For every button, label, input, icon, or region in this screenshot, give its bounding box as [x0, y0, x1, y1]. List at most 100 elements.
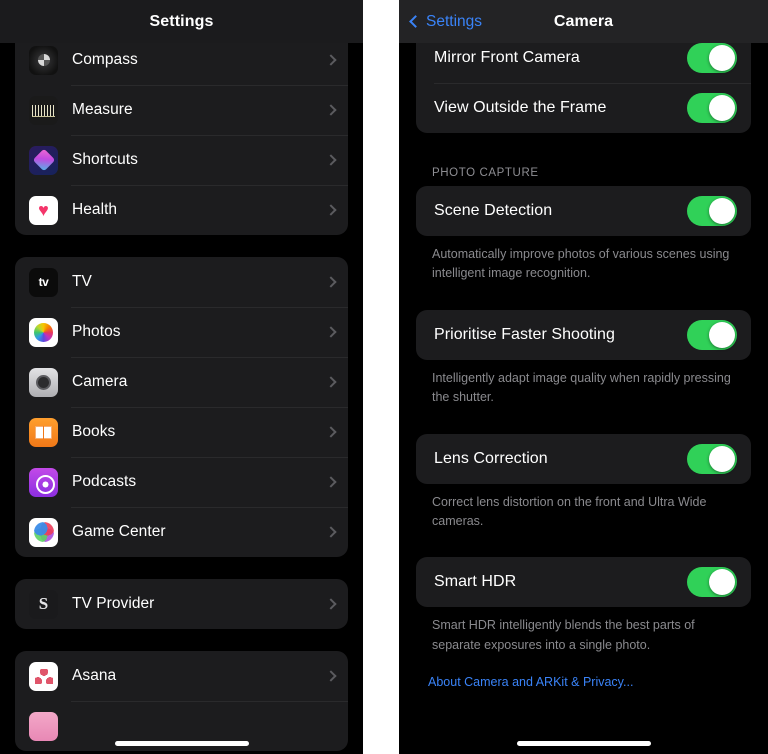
toggle-knob	[709, 95, 735, 121]
footnote-lens-correction: Correct lens distortion on the front and…	[432, 494, 707, 528]
row-label: Measure	[72, 101, 133, 118]
chevron-right-icon	[325, 276, 337, 288]
toggle-view-outside-the-frame[interactable]	[687, 93, 737, 123]
toggle-knob	[709, 321, 735, 348]
row-label: Asana	[72, 667, 117, 684]
row-label: Photos	[72, 323, 121, 340]
camera-group-top: Mirror Front Camera View Outside the Fra…	[416, 43, 751, 133]
setting-row-view-outside-the-frame[interactable]: View Outside the Frame	[416, 83, 751, 133]
toggle-knob	[709, 445, 735, 472]
toggle-knob	[709, 569, 735, 596]
chevron-left-icon	[409, 15, 422, 28]
books-icon	[29, 417, 58, 447]
chevron-right-icon	[325, 154, 337, 166]
setting-row-prioritise-faster-shooting[interactable]: Prioritise Faster Shooting	[416, 310, 751, 360]
sidebar-item-podcasts[interactable]: Podcasts	[15, 457, 348, 507]
page-title: Camera	[553, 12, 614, 30]
row-label: Camera	[72, 373, 128, 390]
settings-navbar: Settings	[0, 0, 363, 43]
back-button-label: Settings	[426, 12, 483, 30]
setting-label: Smart HDR	[434, 573, 517, 591]
settings-group-third-party: Asana	[15, 651, 348, 751]
tv-provider-icon	[29, 589, 58, 619]
app-icon	[29, 711, 58, 741]
chevron-right-icon	[325, 204, 337, 216]
chevron-right-icon	[325, 104, 337, 116]
row-label: Podcasts	[72, 473, 137, 490]
camera-group-lens-correction: Lens Correction	[416, 433, 751, 484]
home-indicator	[114, 741, 249, 746]
row-label: Shortcuts	[72, 151, 138, 168]
sidebar-item-tv-provider[interactable]: TV Provider	[15, 579, 348, 629]
back-button[interactable]: Settings	[409, 0, 483, 43]
toggle-lens-correction[interactable]	[687, 443, 737, 474]
toggle-knob	[709, 45, 735, 71]
row-label: TV Provider	[72, 595, 155, 612]
home-indicator	[516, 741, 651, 746]
settings-scroll-area[interactable]: Compass Measure Shortcuts Health	[0, 43, 363, 754]
footnote-scene-detection: Automatically improve photos of various …	[432, 247, 730, 281]
settings-group-utilities: Compass Measure Shortcuts Health	[15, 43, 348, 235]
settings-group-tv-provider: TV Provider	[15, 579, 348, 629]
camera-scroll-area[interactable]: Mirror Front Camera View Outside the Fra…	[399, 43, 768, 754]
toggle-scene-detection[interactable]	[687, 196, 737, 226]
sidebar-item-compass[interactable]: Compass	[15, 43, 348, 85]
sidebar-item-shortcuts[interactable]: Shortcuts	[15, 135, 348, 185]
game-center-icon	[29, 517, 58, 547]
setting-row-scene-detection[interactable]: Scene Detection	[416, 186, 751, 236]
chevron-right-icon	[325, 326, 337, 338]
sidebar-item-asana[interactable]: Asana	[15, 651, 348, 701]
setting-row-smart-hdr[interactable]: Smart HDR	[416, 557, 751, 607]
sidebar-item-game-center[interactable]: Game Center	[15, 507, 348, 557]
setting-row-lens-correction[interactable]: Lens Correction	[416, 434, 751, 484]
setting-label: Lens Correction	[434, 449, 548, 467]
row-label: Game Center	[72, 523, 166, 540]
sidebar-item-camera[interactable]: Camera	[15, 357, 348, 407]
sidebar-item-measure[interactable]: Measure	[15, 85, 348, 135]
camera-group-smart-hdr: Smart HDR	[416, 557, 751, 608]
sidebar-item-health[interactable]: Health	[15, 185, 348, 235]
apple-tv-icon	[29, 267, 58, 297]
chevron-right-icon	[325, 476, 337, 488]
asana-icon	[29, 661, 58, 691]
compass-icon	[29, 45, 58, 75]
toggle-smart-hdr[interactable]	[687, 567, 737, 598]
page-title: Settings	[149, 12, 214, 30]
setting-label: Mirror Front Camera	[434, 49, 580, 66]
setting-label: View Outside the Frame	[434, 99, 607, 116]
row-label: TV	[72, 273, 92, 290]
toggle-mirror-front-camera[interactable]	[687, 43, 737, 73]
setting-row-mirror-front-camera[interactable]: Mirror Front Camera	[416, 43, 751, 83]
footnote-prioritise-faster-shooting: Intelligently adapt image quality when r…	[432, 370, 731, 405]
chevron-right-icon	[325, 376, 337, 388]
section-header-photo-capture: PHOTO CAPTURE	[432, 167, 539, 179]
privacy-link[interactable]: About Camera and ARKit & Privacy...	[399, 675, 768, 689]
setting-label: Prioritise Faster Shooting	[434, 325, 615, 343]
panel-divider	[363, 0, 399, 754]
chevron-right-icon	[325, 54, 337, 66]
toggle-prioritise-faster-shooting[interactable]	[687, 319, 737, 350]
dual-phone-screenshot: Settings Compass Measure Shortcuts ♥ Hea…	[0, 0, 768, 754]
sidebar-item-books[interactable]: Books	[15, 407, 348, 457]
camera-navbar: Settings Camera	[399, 0, 768, 43]
chevron-right-icon	[325, 426, 337, 438]
chevron-right-icon	[325, 526, 337, 538]
row-label: Health	[72, 201, 118, 218]
chevron-right-icon	[325, 598, 337, 610]
row-label: Compass	[72, 51, 138, 68]
sidebar-item-tv[interactable]: TV	[15, 257, 348, 307]
photos-icon	[29, 317, 58, 347]
setting-label: Scene Detection	[434, 202, 553, 219]
row-label: Books	[72, 423, 116, 440]
camera-icon	[29, 367, 58, 397]
sidebar-item-photos[interactable]: Photos	[15, 307, 348, 357]
camera-settings-screen: Settings Camera Mirror Front Camera View…	[399, 0, 768, 754]
camera-group-prioritise-faster-shooting: Prioritise Faster Shooting	[416, 309, 751, 360]
settings-list-screen: Settings Compass Measure Shortcuts ♥ Hea…	[0, 0, 363, 754]
toggle-knob	[709, 198, 735, 224]
podcasts-icon	[29, 467, 58, 497]
